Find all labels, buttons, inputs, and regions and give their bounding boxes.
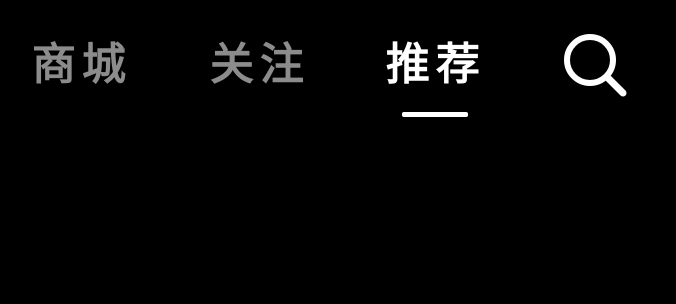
- active-tab-indicator: [402, 112, 468, 117]
- content-area: [0, 130, 676, 304]
- top-navigation-bar: 商城 关注 推荐: [0, 0, 676, 130]
- tab-follow[interactable]: 关注: [208, 30, 312, 90]
- tab-recommend[interactable]: 推荐: [382, 30, 490, 90]
- search-icon: [564, 34, 627, 97]
- tab-mall[interactable]: 商城: [30, 30, 134, 90]
- search-button[interactable]: [560, 32, 630, 98]
